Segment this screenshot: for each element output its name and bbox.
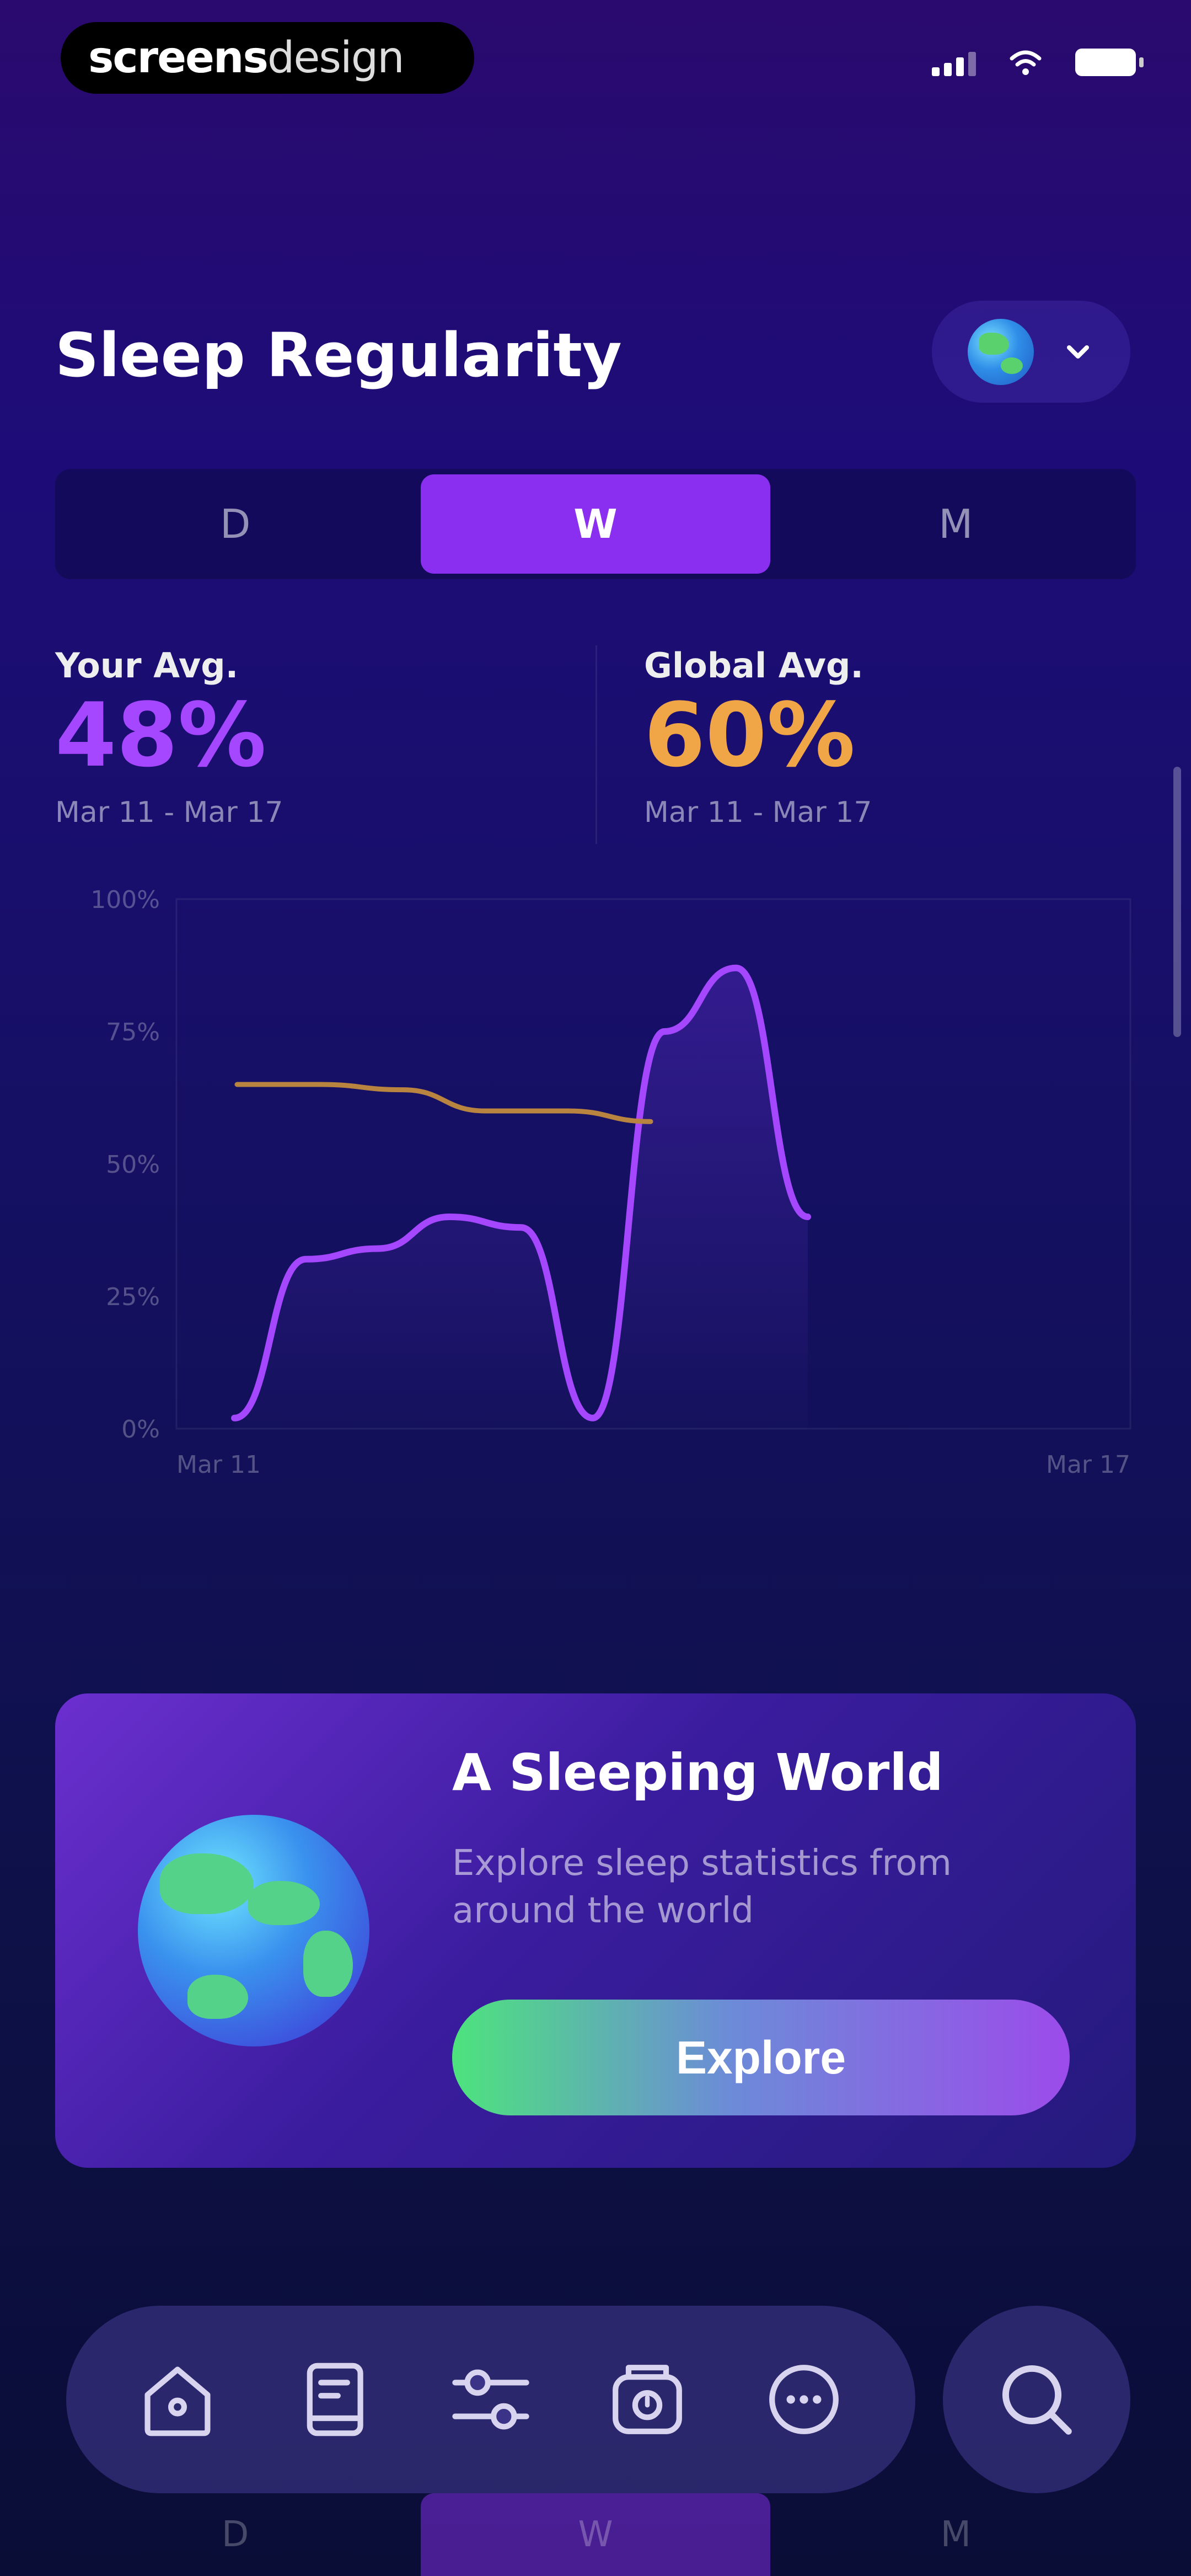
explore-button[interactable]: Explore	[452, 2000, 1070, 2115]
page-title: Sleep Regularity	[55, 320, 622, 391]
your-avg-point	[375, 1247, 380, 1251]
your-avg-point	[806, 1215, 810, 1219]
chevron-down-icon	[1067, 345, 1089, 359]
x-tick-label: Mar 11	[176, 1451, 261, 1479]
status-icons	[932, 49, 1144, 76]
tab-day[interactable]: D	[61, 474, 410, 574]
tab-week[interactable]: W	[421, 474, 770, 574]
earth-icon	[138, 1815, 369, 2046]
card-description: Explore sleep statistics from around the…	[452, 1843, 952, 1931]
your-average: Your Avg. 48% Mar 11 - Mar 17	[55, 645, 596, 844]
global-average: Global Avg. 60% Mar 11 - Mar 17	[596, 645, 1136, 844]
search-icon	[1002, 2365, 1072, 2435]
y-tick-label: 50%	[106, 1151, 160, 1179]
background-tab-day: D	[222, 2514, 249, 2555]
your-average-range: Mar 11 - Mar 17	[55, 796, 283, 829]
sleep-regularity-chart: 100% 75% 50% 25% 0% Mar 11 Mar 17	[90, 886, 1131, 1479]
global-average-label: Global Avg.	[644, 645, 863, 686]
battery-icon	[1075, 49, 1144, 76]
x-tick-label: Mar 17	[1046, 1451, 1130, 1479]
your-avg-point	[304, 1257, 308, 1262]
signal-icon	[932, 52, 976, 76]
your-average-value: 48%	[55, 683, 266, 787]
global-average-value: 60%	[644, 683, 855, 787]
sleeping-world-card: A Sleeping World Explore sleep statistic…	[55, 1693, 1136, 2168]
your-avg-point	[447, 1215, 452, 1219]
global-avg-line	[234, 1082, 653, 1124]
y-tick-label: 75%	[106, 1018, 160, 1046]
y-tick-label: 25%	[106, 1283, 160, 1311]
y-tick-label: 100%	[90, 886, 160, 914]
your-avg-area	[234, 968, 808, 1429]
tab-month[interactable]: M	[781, 474, 1130, 574]
your-average-label: Your Avg.	[55, 645, 239, 686]
your-avg-point	[662, 1029, 667, 1034]
bottom-nav	[66, 2306, 915, 2493]
background-period-tabs: D W M	[55, 2493, 1136, 2576]
brand-bold: screens	[88, 33, 269, 83]
brand-light: design	[267, 33, 405, 83]
more-icon[interactable]	[757, 2353, 851, 2446]
your-avg-point	[232, 1416, 237, 1420]
alarm-clock-icon[interactable]	[600, 2353, 694, 2446]
globe-icon	[968, 318, 1034, 385]
your-avg-point	[734, 966, 738, 970]
region-selector[interactable]	[932, 301, 1130, 403]
brand-logo: screens design	[61, 22, 474, 94]
global-avg-point	[648, 1119, 653, 1124]
global-avg-point	[318, 1082, 322, 1087]
card-title: A Sleeping World	[452, 1743, 943, 1802]
journal-icon[interactable]	[287, 2353, 381, 2446]
period-tabs: D W M	[55, 469, 1136, 579]
y-tick-label: 0%	[121, 1415, 160, 1444]
background-tab-week: W	[421, 2493, 770, 2576]
your-avg-point	[519, 1225, 523, 1230]
sliders-icon[interactable]	[444, 2353, 538, 2446]
background-tab-month: M	[940, 2514, 971, 2555]
search-button[interactable]	[943, 2306, 1130, 2493]
global-avg-point	[400, 1088, 405, 1092]
home-icon[interactable]	[131, 2353, 224, 2446]
your-avg-point	[591, 1416, 595, 1420]
wifi-icon	[1010, 50, 1042, 75]
averages: Your Avg. 48% Mar 11 - Mar 17 Global Avg…	[55, 645, 1136, 844]
global-avg-point	[566, 1109, 570, 1113]
global-avg-point	[235, 1082, 239, 1087]
global-avg-point	[483, 1109, 487, 1113]
scrollbar[interactable]	[1173, 767, 1181, 1037]
global-average-range: Mar 11 - Mar 17	[644, 796, 872, 829]
